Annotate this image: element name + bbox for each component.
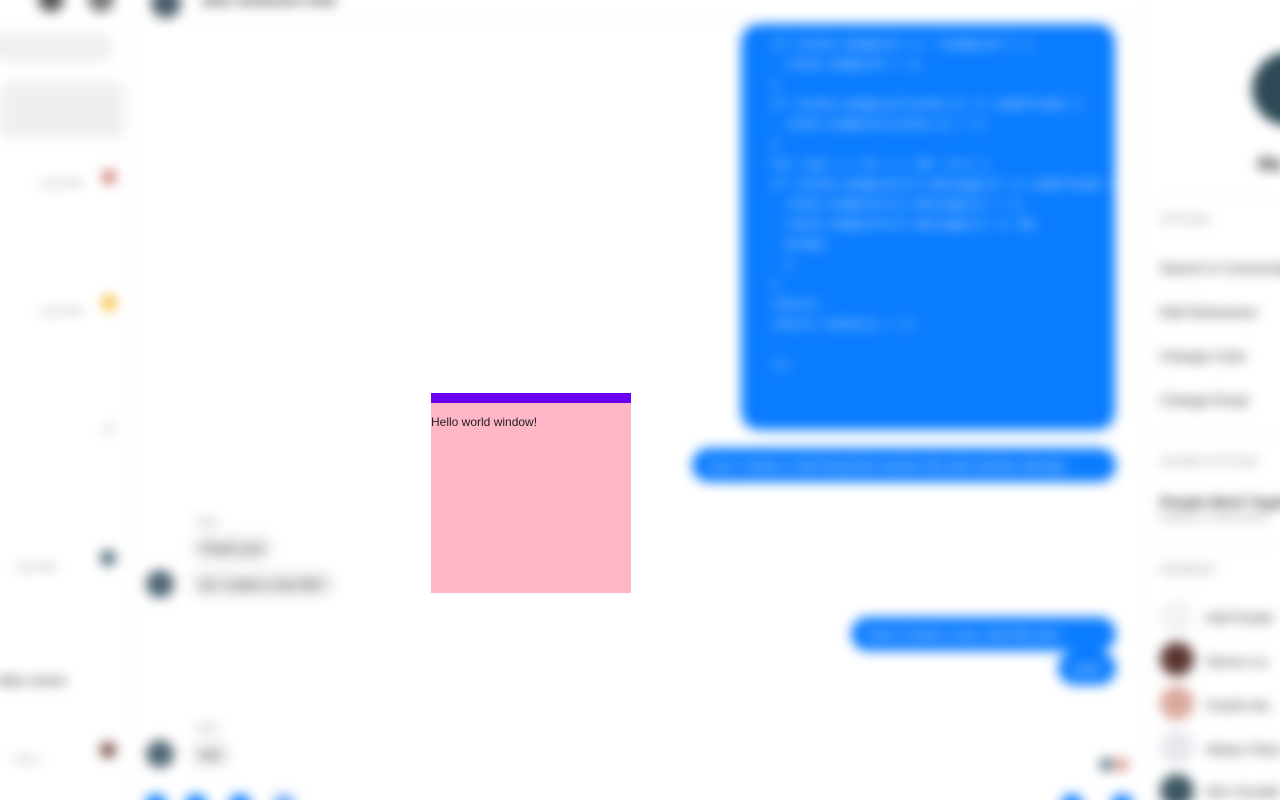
conversation-timestamp: · 1:00 PM	[8, 562, 56, 574]
chat-title: Jack Jonassen Chat	[201, 0, 336, 8]
divider	[1152, 198, 1280, 199]
conversation-avatar[interactable]	[100, 550, 116, 566]
outgoing-message: Can I create a chat thing that renders t…	[692, 448, 1116, 482]
shared-item-subtitle: Repeat or share items	[1160, 512, 1269, 524]
sticker-icon[interactable]	[229, 794, 251, 800]
code-message-bubble: if (state.endpoint == ‘/endpoint’) { sta…	[741, 24, 1115, 430]
details-sidebar: Ma OPTIONS Search in Conversation Edit N…	[1143, 0, 1280, 800]
incoming-message: So I made a new file?	[190, 570, 336, 598]
conversation-timestamp: · Oct 1	[8, 754, 42, 766]
window-titlebar[interactable]	[431, 393, 631, 403]
members-heading: MEMBERS	[1160, 564, 1216, 576]
conversation-avatar[interactable]	[102, 170, 116, 184]
gif-icon[interactable]	[273, 794, 295, 800]
seen-avatar	[1100, 758, 1113, 771]
sender-name: Sam	[196, 516, 219, 528]
member-avatar[interactable]	[1160, 774, 1194, 800]
sender-avatar[interactable]	[146, 740, 174, 768]
messenger-app-background: · 1:02 PM · 1:01 PM · 1:00 PM atlas seri…	[0, 0, 1280, 800]
shared-item-title[interactable]: People Work Together	[1160, 494, 1280, 510]
options-heading: OPTIONS	[1160, 214, 1210, 226]
divider	[1152, 436, 1280, 437]
option-change-emoji[interactable]: Change Emoji	[1160, 392, 1248, 408]
option-edit-nicknames[interactable]: Edit Nicknames	[1160, 304, 1257, 320]
like-icon[interactable]	[1111, 794, 1133, 800]
screen: · 1:02 PM · 1:01 PM · 1:00 PM atlas seri…	[0, 0, 1280, 800]
member-add-people[interactable]: Add People	[1206, 610, 1273, 625]
incoming-message: Thank you!	[190, 534, 275, 562]
shared-heading: SHARED OPTIONS	[1160, 456, 1259, 468]
divider	[1152, 546, 1280, 547]
member-name[interactable]: Charlie Wu	[1206, 698, 1270, 713]
hello-world-window[interactable]: Hello world window!	[431, 393, 631, 593]
outgoing-message: Sure! Create a new .html file and...	[851, 617, 1116, 651]
chat-avatar[interactable]	[151, 0, 181, 18]
member-name[interactable]: Steven Liu	[1206, 654, 1267, 669]
message-composer	[133, 790, 1143, 800]
sender-name: Sam	[196, 722, 219, 734]
conversation-avatar[interactable]	[100, 742, 116, 758]
conversation-timestamp: · 1:01 PM	[34, 306, 82, 318]
add-people-icon[interactable]	[1160, 600, 1194, 634]
settings-icon[interactable]	[38, 0, 64, 12]
chat-header: Jack Jonassen Chat	[133, 0, 1143, 23]
add-icon[interactable]	[145, 794, 167, 800]
outgoing-message: yeah	[1058, 651, 1116, 685]
profile-avatar[interactable]	[1252, 52, 1280, 126]
conversation-timestamp: · 1:02 PM	[34, 178, 82, 190]
profile-name: Ma	[1258, 154, 1280, 174]
option-change-color[interactable]: Change Color	[1160, 348, 1246, 364]
member-name[interactable]: Weijun Pakul	[1206, 742, 1280, 757]
emoji-icon[interactable]	[1061, 794, 1083, 800]
seen-avatar	[1115, 758, 1128, 771]
sender-avatar[interactable]	[146, 570, 174, 598]
member-name[interactable]: Alex Goodall	[1206, 784, 1280, 799]
option-search-in-conversation[interactable]: Search in Conversation	[1160, 260, 1280, 276]
conversation-item-active[interactable]	[0, 82, 124, 138]
member-avatar[interactable]	[1160, 686, 1194, 720]
conversation-avatar[interactable]	[104, 424, 114, 434]
member-avatar[interactable]	[1160, 642, 1194, 676]
incoming-message: test	[190, 740, 231, 768]
conversation-title[interactable]: atlas series	[0, 672, 67, 688]
window-body-text: Hello world window!	[431, 415, 538, 429]
seen-receipts	[1100, 758, 1130, 772]
member-avatar[interactable]	[1160, 730, 1194, 764]
conversation-avatar[interactable]	[102, 296, 116, 310]
compose-icon[interactable]	[88, 0, 114, 12]
search-input[interactable]	[0, 32, 114, 62]
conversation-sidebar: · 1:02 PM · 1:01 PM · 1:00 PM atlas seri…	[0, 0, 133, 800]
image-icon[interactable]	[185, 794, 207, 800]
